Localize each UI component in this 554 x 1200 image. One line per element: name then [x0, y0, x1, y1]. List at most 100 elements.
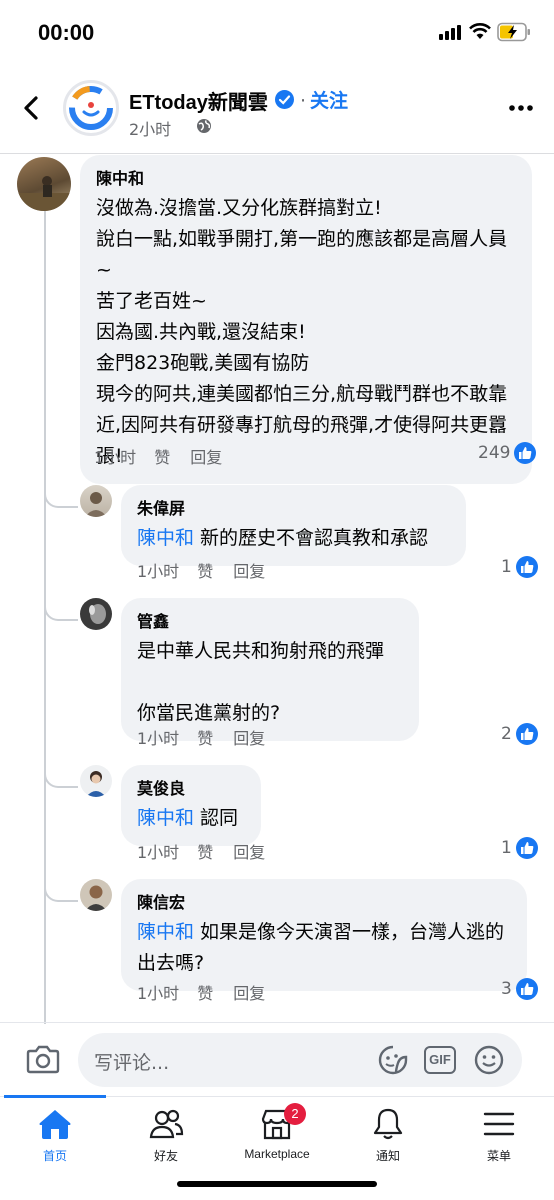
comment-text: 是中華人民共和狗射飛的飛彈 你當民進黨射的? — [137, 640, 385, 724]
reply-button[interactable]: 回复 — [233, 843, 265, 862]
reaction-count[interactable]: 249 — [478, 442, 537, 464]
post-header: ETtoday新聞雲 · 关注 2小时 — [0, 66, 554, 154]
mention-tag[interactable]: 陳中和 — [137, 807, 194, 829]
comment-time: 1小时 — [137, 984, 180, 1003]
reply-button[interactable]: 回复 — [190, 448, 222, 467]
like-button[interactable]: 赞 — [197, 984, 213, 1003]
comment-author[interactable]: 陳中和 — [96, 165, 516, 189]
comment-text: 新的歷史不會認真教和承認 — [200, 527, 429, 549]
like-count: 1 — [501, 838, 512, 858]
follow-label: 关注 — [310, 90, 349, 112]
comment-placeholder: 写评论... — [94, 1052, 170, 1074]
comment-actions: 1小时赞 回复 — [137, 558, 285, 582]
comment-actions: 1小时赞 回复 — [137, 839, 285, 863]
ettoday-logo-icon — [69, 86, 113, 130]
page-name[interactable]: ETtoday新聞雲 — [129, 86, 268, 115]
status-bar: 00:00 — [0, 0, 554, 66]
thumbs-up-icon — [514, 442, 537, 464]
comment-author[interactable]: 管鑫 — [137, 608, 403, 632]
camera-icon[interactable] — [26, 1043, 60, 1075]
comment-time: 1小时 — [94, 448, 137, 467]
reply-button[interactable]: 回复 — [233, 729, 265, 748]
comment-composer: 写评论... GIF — [0, 1022, 554, 1098]
notification-badge: 2 — [284, 1103, 306, 1125]
tab-label: 首页 — [42, 1149, 67, 1163]
thread-branch — [44, 599, 78, 621]
home-indicator — [177, 1181, 377, 1187]
mention-tag[interactable]: 陳中和 — [137, 921, 194, 943]
like-count: 3 — [501, 979, 512, 999]
emoji-icon[interactable] — [474, 1045, 504, 1075]
post-time: 2小时 — [129, 120, 172, 139]
tab-label: 好友 — [153, 1149, 178, 1163]
comment-body: 陳中和 認同 — [137, 803, 245, 834]
comment-author[interactable]: 陳信宏 — [137, 889, 511, 913]
reaction-count[interactable]: 2 — [501, 723, 538, 745]
comment-bubble: 朱偉屏 陳中和 新的歷史不會認真教和承認 — [121, 485, 466, 566]
thread-line — [44, 210, 46, 1024]
comment-author[interactable]: 朱偉屏 — [137, 495, 450, 519]
avatar[interactable] — [80, 598, 112, 630]
like-button[interactable]: 赞 — [154, 448, 170, 467]
thumbs-up-icon — [515, 978, 538, 1000]
comment-input[interactable]: 写评论... GIF — [78, 1033, 522, 1087]
avatar[interactable] — [80, 485, 112, 517]
comment-body: 陳中和 如果是像今天演習一樣，台灣人逃的出去嗎? — [137, 917, 511, 979]
more-options-icon[interactable] — [509, 104, 533, 112]
comment-time: 1小时 — [137, 729, 180, 748]
gif-button[interactable]: GIF — [424, 1046, 456, 1074]
comment-bubble: 管鑫 是中華人民共和狗射飛的飛彈 你當民進黨射的? — [121, 598, 419, 741]
reply-button[interactable]: 回复 — [233, 984, 265, 1003]
sticker-icon[interactable] — [378, 1045, 408, 1075]
follow-button[interactable]: · 关注 — [300, 86, 348, 113]
like-count: 2 — [501, 724, 512, 744]
avatar[interactable] — [80, 879, 112, 911]
tab-friends[interactable]: 好友 — [111, 1107, 221, 1177]
like-button[interactable]: 赞 — [197, 843, 213, 862]
tab-menu[interactable]: 菜单 — [444, 1107, 554, 1177]
battery-charging-icon — [497, 22, 530, 42]
signal-icon — [439, 25, 463, 40]
reply-button[interactable]: 回复 — [233, 562, 265, 581]
tab-label: 菜单 — [486, 1149, 511, 1163]
thread-branch — [44, 766, 78, 788]
wifi-icon — [469, 23, 491, 39]
active-tab-indicator — [4, 1095, 106, 1098]
tab-label: Marketplace — [244, 1147, 310, 1161]
comment-bubble: 陳中和 沒做為.沒擔當.又分化族群搞對立! 說白一點,如戰爭開打,第一跑的應該都… — [80, 155, 532, 484]
avatar[interactable] — [17, 157, 71, 211]
tab-home[interactable]: 首页 — [0, 1107, 110, 1177]
separator-dot: · — [300, 90, 307, 112]
thumbs-up-icon — [515, 723, 538, 745]
comment-body: 陳中和 新的歷史不會認真教和承認 — [137, 523, 450, 554]
globe-icon — [197, 119, 211, 133]
comment-bubble: 陳信宏 陳中和 如果是像今天演習一樣，台灣人逃的出去嗎? — [121, 879, 527, 991]
home-icon — [39, 1110, 71, 1139]
status-time: 00:00 — [38, 20, 95, 45]
comment-author[interactable]: 莫俊良 — [137, 775, 245, 799]
page-avatar[interactable] — [63, 80, 119, 136]
tab-marketplace[interactable]: 2 Marketplace — [222, 1103, 332, 1177]
thumbs-up-icon — [515, 556, 538, 578]
comment-text: 認同 — [200, 807, 239, 829]
comment-time: 1小时 — [137, 843, 180, 862]
like-count: 249 — [478, 443, 511, 463]
like-button[interactable]: 赞 — [197, 729, 213, 748]
friends-icon — [149, 1109, 184, 1139]
tab-notifications[interactable]: 通知 — [333, 1107, 443, 1177]
reaction-count[interactable]: 1 — [501, 837, 538, 859]
menu-icon — [483, 1112, 515, 1136]
reaction-count[interactable]: 3 — [501, 978, 538, 1000]
like-button[interactable]: 赞 — [197, 562, 213, 581]
comment-bubble: 莫俊良 陳中和 認同 — [121, 765, 261, 846]
tab-label: 通知 — [375, 1149, 400, 1163]
thread-branch — [44, 880, 78, 902]
comment-actions: 1小时赞 回复 — [137, 980, 285, 1004]
mention-tag[interactable]: 陳中和 — [137, 527, 194, 549]
comment-actions: 1小时赞 回复 — [137, 725, 285, 749]
back-arrow-icon[interactable] — [20, 94, 44, 122]
reaction-count[interactable]: 1 — [501, 556, 538, 578]
bell-icon — [373, 1108, 403, 1140]
verified-badge-icon — [275, 90, 294, 109]
avatar[interactable] — [80, 765, 112, 797]
